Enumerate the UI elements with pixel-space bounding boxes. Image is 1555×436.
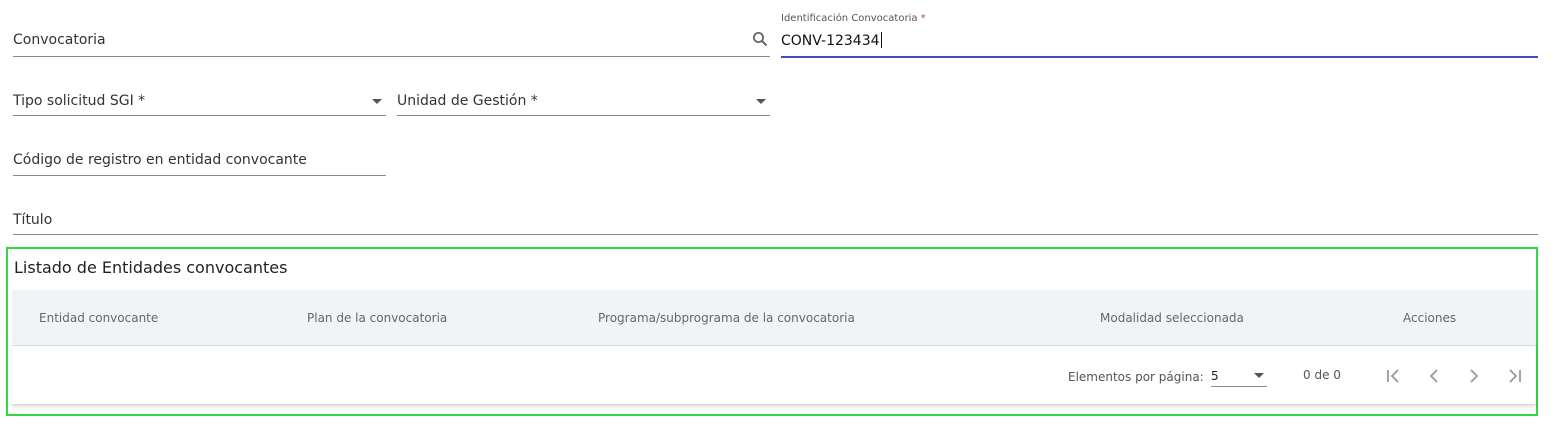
last-page-icon bbox=[1509, 369, 1521, 383]
codigo-registro-label: Código de registro en entidad convocante bbox=[13, 152, 307, 168]
first-page-icon bbox=[1387, 369, 1399, 383]
search-icon[interactable] bbox=[752, 31, 768, 47]
items-per-page-label: Elementos por página: bbox=[1068, 370, 1204, 384]
titulo-label: Título bbox=[13, 212, 53, 228]
text-caret bbox=[880, 32, 882, 48]
column-header-modalidad[interactable]: Modalidad seleccionada bbox=[1100, 311, 1244, 325]
previous-page-button[interactable] bbox=[1422, 364, 1446, 388]
entidades-table-header: Entidad convocante Plan de la convocator… bbox=[12, 290, 1536, 346]
column-header-entidad[interactable]: Entidad convocante bbox=[39, 311, 158, 325]
entidades-convocantes-panel: Listado de Entidades convocantes Entidad… bbox=[6, 247, 1538, 416]
items-per-page-select[interactable]: 5 bbox=[1211, 364, 1267, 387]
codigo-registro-field[interactable]: Código de registro en entidad convocante bbox=[13, 140, 386, 176]
next-page-icon bbox=[1470, 369, 1479, 383]
last-page-button[interactable] bbox=[1502, 364, 1526, 388]
tipo-solicitud-select[interactable]: Tipo solicitud SGI * bbox=[13, 80, 386, 116]
column-header-programa[interactable]: Programa/subprograma de la convocatoria bbox=[598, 311, 855, 325]
page-range-label: 0 de 0 bbox=[1303, 368, 1341, 382]
unidad-gestion-label: Unidad de Gestión * bbox=[397, 93, 538, 109]
entidades-convocantes-title: Listado de Entidades convocantes bbox=[14, 258, 288, 277]
tipo-solicitud-label: Tipo solicitud SGI * bbox=[13, 93, 146, 109]
first-page-button[interactable] bbox=[1382, 364, 1406, 388]
unidad-gestion-select[interactable]: Unidad de Gestión * bbox=[397, 80, 770, 116]
column-header-plan[interactable]: Plan de la convocatoria bbox=[307, 311, 447, 325]
chevron-down-icon bbox=[372, 99, 382, 104]
next-page-button[interactable] bbox=[1462, 364, 1486, 388]
convocatoria-label: Convocatoria bbox=[13, 32, 106, 48]
identificacion-convocatoria-field[interactable]: Identificación Convocatoria * CONV-12343… bbox=[781, 0, 1538, 58]
titulo-field[interactable]: Título bbox=[13, 200, 1538, 235]
identificacion-convocatoria-label: Identificación Convocatoria * bbox=[781, 13, 926, 24]
convocatoria-field[interactable]: Convocatoria bbox=[13, 0, 770, 57]
previous-page-icon bbox=[1429, 369, 1438, 383]
required-asterisk: * bbox=[920, 13, 926, 24]
items-per-page-value: 5 bbox=[1211, 369, 1219, 383]
chevron-down-icon bbox=[1254, 373, 1264, 378]
identificacion-convocatoria-input[interactable]: CONV-123434 bbox=[781, 32, 882, 49]
column-header-acciones: Acciones bbox=[1403, 311, 1457, 325]
paginator: Elementos por página: 5 0 de 0 bbox=[12, 346, 1536, 405]
chevron-down-icon bbox=[756, 99, 766, 104]
